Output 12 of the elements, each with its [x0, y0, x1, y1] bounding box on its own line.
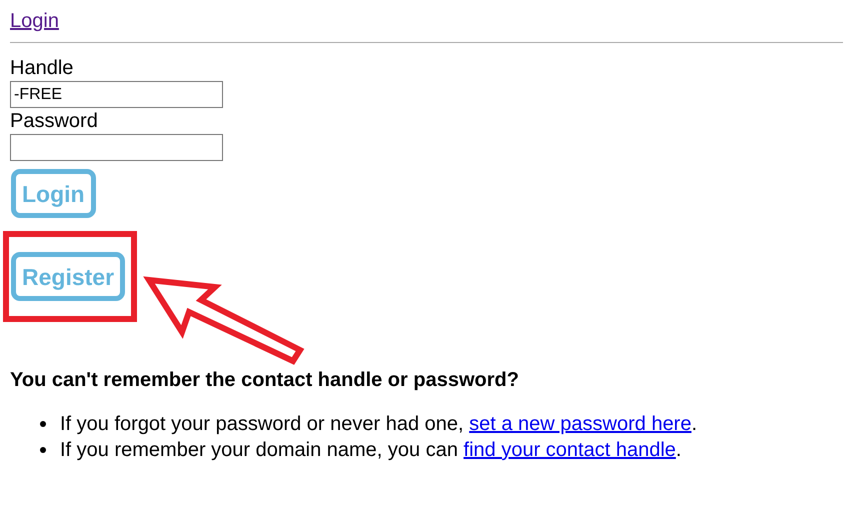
- field-label: Handle: [10, 56, 74, 81]
- input-field[interactable]: -FREE: [10, 81, 223, 108]
- input-field[interactable]: [10, 134, 223, 161]
- help-text: If you remember your domain name, you can find your contact handle.: [60, 438, 682, 463]
- help-text: If you forgot your password or never had one, set a new password here.: [60, 412, 698, 437]
- help-link[interactable]: find your contact handle: [464, 439, 676, 461]
- field-label: Password: [10, 109, 98, 134]
- help-heading: You can't remember the contact handle or password?: [10, 368, 519, 393]
- login-link[interactable]: Login: [10, 10, 59, 32]
- help-link[interactable]: set a new password here: [469, 413, 692, 435]
- bullet-icon: [40, 421, 46, 427]
- bullet-icon: [40, 447, 46, 453]
